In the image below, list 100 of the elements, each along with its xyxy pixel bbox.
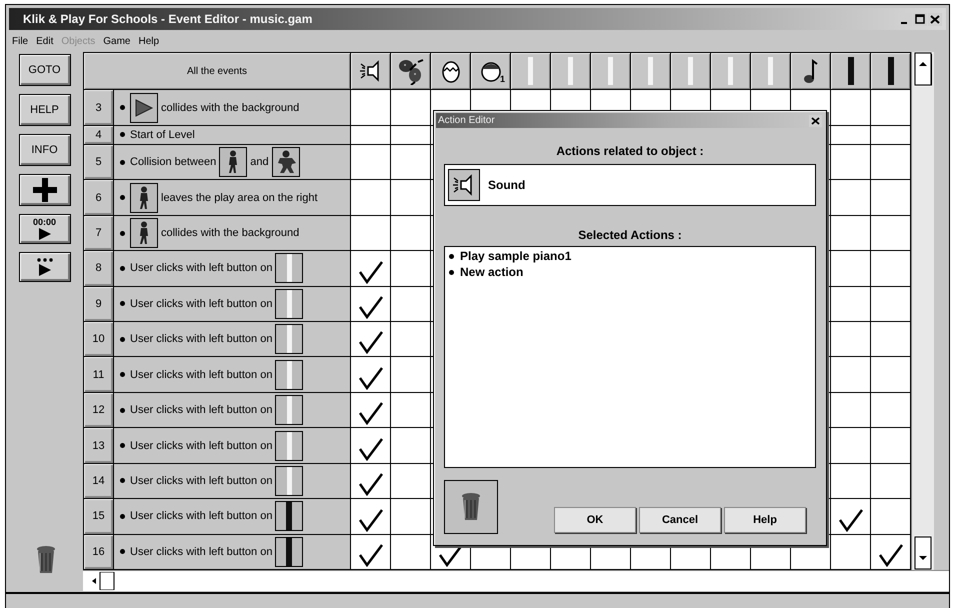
grid-cell[interactable] bbox=[830, 286, 871, 322]
object-header[interactable] bbox=[830, 52, 871, 90]
grid-cell[interactable] bbox=[350, 322, 391, 357]
grid-cell[interactable] bbox=[830, 322, 871, 357]
object-field[interactable]: Sound bbox=[444, 164, 816, 206]
horizontal-scrollbar[interactable] bbox=[83, 570, 949, 591]
grid-cell[interactable] bbox=[870, 428, 911, 464]
grid-cell[interactable] bbox=[350, 180, 391, 216]
dialog-button[interactable]: Cancel bbox=[639, 507, 721, 533]
grid-cell[interactable] bbox=[830, 125, 871, 145]
object-header[interactable] bbox=[550, 52, 591, 90]
grid-cell[interactable] bbox=[830, 250, 871, 286]
grid-cell[interactable] bbox=[390, 356, 431, 392]
grid-cell[interactable] bbox=[390, 534, 431, 570]
grid-cell[interactable] bbox=[350, 392, 391, 428]
grid-cell[interactable] bbox=[830, 356, 871, 392]
grid-cell[interactable] bbox=[870, 534, 911, 570]
play-step-button[interactable] bbox=[18, 252, 70, 282]
maximize-icon[interactable] bbox=[913, 12, 927, 26]
row-number[interactable]: 6 bbox=[84, 180, 114, 216]
toolbar-button[interactable]: INFO bbox=[18, 134, 70, 166]
grid-cell[interactable] bbox=[390, 498, 431, 534]
row-number[interactable]: 11 bbox=[84, 356, 114, 392]
menu-item[interactable]: File bbox=[12, 36, 28, 46]
grid-cell[interactable] bbox=[390, 463, 431, 499]
grid-cell[interactable] bbox=[350, 90, 391, 126]
grid-cell[interactable] bbox=[870, 498, 911, 534]
trash-icon[interactable] bbox=[36, 545, 56, 575]
menu-item[interactable]: Game bbox=[103, 36, 130, 46]
grid-cell[interactable] bbox=[350, 498, 391, 534]
row-number[interactable]: 16 bbox=[84, 534, 114, 570]
grid-cell[interactable] bbox=[870, 215, 911, 251]
grid-cell[interactable] bbox=[830, 428, 871, 464]
grid-cell[interactable] bbox=[870, 322, 911, 357]
grid-cell[interactable] bbox=[390, 392, 431, 428]
grid-cell[interactable] bbox=[350, 125, 391, 145]
object-header[interactable] bbox=[510, 52, 551, 90]
menu-item[interactable]: Help bbox=[138, 36, 160, 46]
grid-cell[interactable] bbox=[830, 90, 871, 126]
object-header[interactable] bbox=[430, 52, 471, 90]
object-header[interactable] bbox=[670, 52, 711, 90]
grid-cell[interactable] bbox=[350, 428, 391, 464]
grid-cell[interactable] bbox=[830, 144, 871, 180]
grid-cell[interactable] bbox=[390, 322, 431, 357]
object-header[interactable] bbox=[750, 52, 791, 90]
grid-cell[interactable] bbox=[350, 144, 391, 180]
grid-cell[interactable] bbox=[870, 392, 911, 428]
action-item[interactable]: Play sample piano1 bbox=[460, 249, 572, 263]
dialog-button[interactable]: OK bbox=[554, 507, 636, 533]
play-timer-button[interactable]: 00:00 bbox=[18, 214, 70, 244]
grid-cell[interactable] bbox=[390, 144, 431, 180]
grid-cell[interactable] bbox=[830, 180, 871, 216]
object-header[interactable] bbox=[630, 52, 671, 90]
vertical-scrollbar[interactable] bbox=[911, 52, 934, 570]
action-item[interactable]: New action bbox=[460, 265, 524, 279]
grid-cell[interactable] bbox=[390, 180, 431, 216]
grid-cell[interactable] bbox=[350, 250, 391, 286]
grid-cell[interactable] bbox=[350, 215, 391, 251]
object-header[interactable] bbox=[790, 52, 831, 90]
grid-cell[interactable] bbox=[830, 463, 871, 499]
object-header[interactable] bbox=[710, 52, 751, 90]
grid-cell[interactable] bbox=[350, 534, 391, 570]
dialog-button[interactable]: Help bbox=[724, 507, 806, 533]
grid-cell[interactable] bbox=[870, 463, 911, 499]
grid-cell[interactable] bbox=[870, 250, 911, 286]
row-number[interactable]: 13 bbox=[84, 428, 114, 464]
grid-cell[interactable] bbox=[390, 250, 431, 286]
grid-cell[interactable] bbox=[830, 392, 871, 428]
object-header[interactable] bbox=[350, 52, 391, 90]
row-number[interactable]: 12 bbox=[84, 392, 114, 428]
grid-cell[interactable] bbox=[390, 286, 431, 322]
column-header[interactable]: All the events bbox=[84, 52, 351, 90]
row-number[interactable]: 8 bbox=[84, 250, 114, 286]
add-button[interactable] bbox=[18, 174, 70, 206]
grid-cell[interactable] bbox=[830, 534, 871, 570]
menu-item[interactable]: Edit bbox=[36, 36, 54, 46]
grid-cell[interactable] bbox=[830, 215, 871, 251]
grid-cell[interactable] bbox=[390, 215, 431, 251]
object-header[interactable] bbox=[390, 52, 431, 90]
grid-cell[interactable] bbox=[350, 356, 391, 392]
object-header[interactable] bbox=[870, 52, 911, 90]
grid-cell[interactable] bbox=[350, 286, 391, 322]
grid-cell[interactable] bbox=[830, 498, 871, 534]
grid-cell[interactable] bbox=[870, 286, 911, 322]
row-number[interactable]: 5 bbox=[84, 144, 114, 180]
grid-cell[interactable] bbox=[390, 428, 431, 464]
grid-cell[interactable] bbox=[870, 180, 911, 216]
row-number[interactable]: 9 bbox=[84, 286, 114, 322]
grid-cell[interactable] bbox=[390, 90, 431, 126]
delete-button[interactable] bbox=[444, 480, 498, 534]
grid-cell[interactable] bbox=[870, 125, 911, 145]
row-number[interactable]: 15 bbox=[84, 498, 114, 534]
close-icon[interactable] bbox=[928, 12, 942, 26]
row-number[interactable]: 7 bbox=[84, 215, 114, 251]
object-header[interactable] bbox=[590, 52, 631, 90]
row-number[interactable]: 3 bbox=[84, 90, 114, 126]
toolbar-button[interactable]: HELP bbox=[18, 94, 70, 126]
row-number[interactable]: 4 bbox=[84, 125, 114, 145]
grid-cell[interactable] bbox=[870, 144, 911, 180]
grid-cell[interactable] bbox=[350, 463, 391, 499]
